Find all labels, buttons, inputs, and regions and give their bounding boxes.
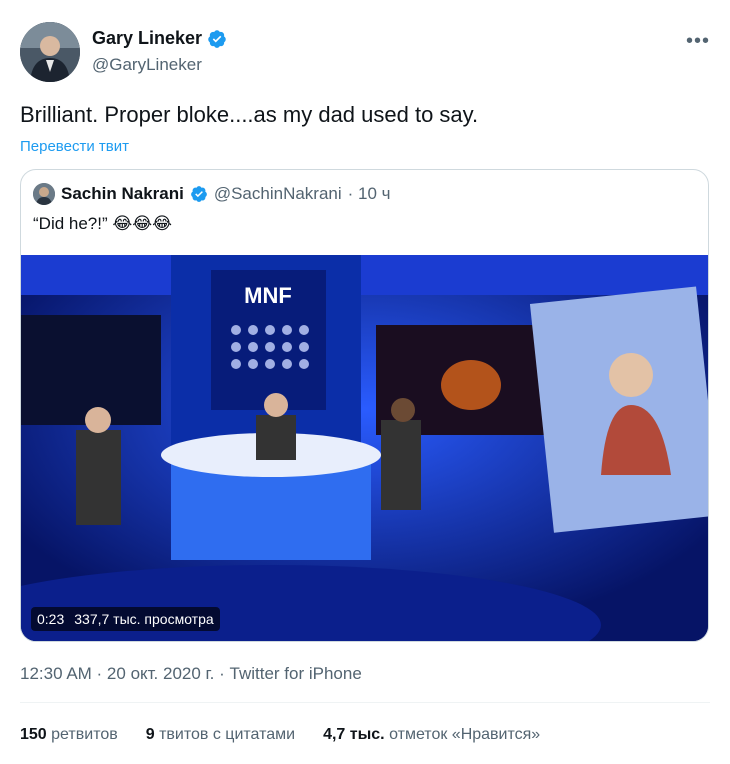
- quotes-label: твитов с цитатами: [159, 726, 296, 743]
- quoted-author-name: Sachin Nakrani: [61, 184, 184, 203]
- retweets-count: 150: [20, 726, 47, 743]
- likes-stat[interactable]: 4,7 тыс. отметок «Нравится»: [323, 726, 540, 744]
- quoted-author-handle: @SachinNakrani: [213, 184, 342, 203]
- tweet-time[interactable]: 12:30 AM · 20 окт. 2020 г. ·: [20, 664, 230, 683]
- likes-label: отметок «Нравится»: [389, 726, 541, 743]
- author-handle[interactable]: @GaryLineker: [92, 55, 227, 75]
- verified-badge-icon: [208, 29, 226, 48]
- video-info-overlay: 0:23 337,7 тыс. просмотра: [31, 607, 220, 631]
- quotes-count: 9: [145, 726, 155, 743]
- quoted-tweet-header: Sachin Nakrani @SachinNakrani · 10 ч: [33, 183, 391, 205]
- video-duration: 0:23: [37, 611, 65, 627]
- divider: [20, 702, 710, 703]
- quoted-tweet-text: “Did he?!” 😂😂😂: [33, 214, 172, 233]
- tweet-source[interactable]: Twitter for iPhone: [230, 664, 362, 683]
- mnf-logo: MNF: [244, 283, 292, 308]
- video-player[interactable]: MNF 0:23 337,7 тыс. просмотра: [21, 255, 708, 641]
- video-views: 337,7 тыс. просмотра: [74, 611, 214, 627]
- likes-count: 4,7 тыс.: [323, 726, 385, 743]
- quoted-author-avatar: [33, 183, 55, 205]
- tweet-stats: 150 ретвитов 9 твитов с цитатами 4,7 тыс…: [20, 726, 540, 744]
- quoted-time: · 10 ч: [347, 184, 391, 203]
- author-info: Gary Lineker @GaryLineker: [92, 28, 227, 75]
- quotes-stat[interactable]: 9 твитов с цитатами: [146, 726, 295, 744]
- author-name[interactable]: Gary Lineker: [92, 28, 202, 49]
- retweets-stat[interactable]: 150 ретвитов: [20, 726, 118, 744]
- tweet-text: Brilliant. Proper bloke....as my dad use…: [20, 102, 479, 127]
- tweet-timestamp: 12:30 AM · 20 окт. 2020 г. · Twitter for…: [20, 664, 362, 684]
- quoted-avatar-photo: [33, 183, 55, 205]
- more-options-icon[interactable]: •••: [686, 30, 710, 53]
- retweets-label: ретвитов: [51, 726, 118, 743]
- video-frame: MNF: [21, 255, 708, 641]
- translate-tweet-link[interactable]: Перевести твит: [20, 138, 129, 155]
- author-avatar[interactable]: [20, 22, 80, 82]
- verified-badge-icon: [190, 186, 207, 202]
- avatar-photo: [20, 22, 80, 82]
- quoted-tweet[interactable]: Sachin Nakrani @SachinNakrani · 10 ч “Di…: [20, 169, 709, 642]
